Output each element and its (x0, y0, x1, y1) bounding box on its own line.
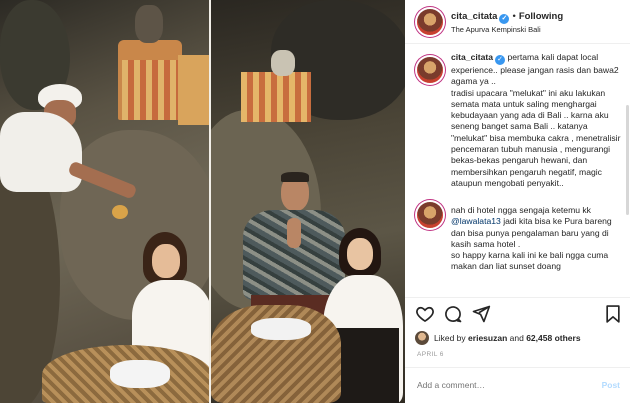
caption-block-2: nah di hotel ngga sengaja ketemu kk @law… (451, 205, 622, 273)
comments-panel[interactable]: cita_citata ✓ pertama kali dapat local ex… (405, 45, 630, 297)
liker-username[interactable]: eriesuzan (468, 333, 507, 343)
post-side-panel: cita_citata ✓ • Following The Apurva Kempin… (405, 0, 630, 403)
separator-dot: • (512, 11, 516, 22)
mention-link[interactable]: @lawalata13 (451, 216, 501, 226)
verified-badge-icon: ✓ (495, 55, 506, 65)
post-date[interactable]: APRIL 6 (417, 351, 444, 358)
likes-prefix: Liked by (434, 333, 466, 343)
comments-scrollbar[interactable] (626, 105, 629, 215)
caption-author-avatar[interactable] (417, 57, 443, 83)
bookmark-icon[interactable] (603, 304, 625, 326)
author-avatar[interactable] (417, 9, 443, 35)
post-actions-bar (405, 297, 630, 329)
post-comment-button[interactable]: Post (602, 380, 620, 390)
photo-left-panel (0, 0, 209, 403)
likes-connector: and (509, 333, 524, 343)
comment-bubble-icon[interactable] (443, 304, 465, 326)
likes-count[interactable]: 62,458 others (526, 333, 580, 343)
caption-block-1: cita_citata ✓ pertama kali dapat local ex… (451, 52, 622, 189)
add-comment-input[interactable] (417, 380, 577, 390)
post-author-line: cita_citata ✓ • Following (451, 11, 563, 24)
heart-icon[interactable] (415, 304, 437, 326)
paper-plane-icon[interactable] (471, 304, 493, 326)
photo-right-panel (211, 0, 405, 403)
verified-badge-icon: ✓ (499, 14, 510, 24)
post-header: cita_citata ✓ • Following The Apurva Kempin… (405, 0, 630, 44)
caption-paragraph-4: so happy karna kali ini ke bali ngga cum… (451, 250, 609, 272)
caption-paragraph-3-start: nah di hotel ngga sengaja ketemu kk (451, 205, 591, 215)
following-button[interactable]: Following (519, 11, 563, 22)
caption-paragraph-2: tradisi upacara "melukat" ini aku lakuka… (451, 87, 621, 188)
post-location[interactable]: The Apurva Kempinski Bali (451, 25, 541, 34)
likes-summary: Liked by eriesuzan and 62,458 others (415, 330, 625, 348)
liker-avatar[interactable] (415, 331, 429, 345)
author-username[interactable]: cita_citata (451, 11, 497, 22)
caption-username[interactable]: cita_citata (451, 52, 493, 62)
post-photo[interactable] (0, 0, 405, 403)
caption-author-avatar[interactable] (417, 202, 443, 228)
likes-text: Liked by eriesuzan and 62,458 others (434, 333, 581, 343)
add-comment-bar: Post (405, 367, 630, 403)
